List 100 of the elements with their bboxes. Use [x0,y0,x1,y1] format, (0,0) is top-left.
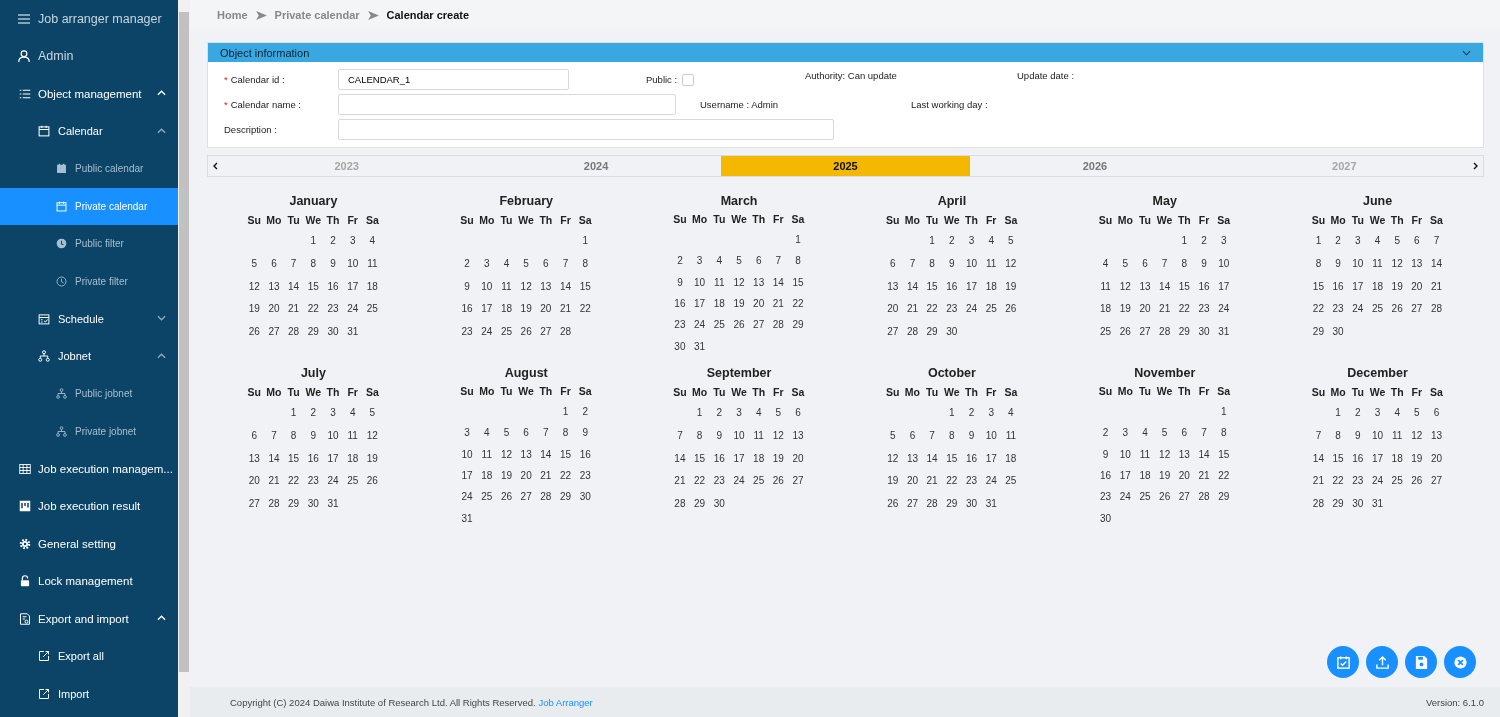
day-number[interactable]: 1 [689,407,710,421]
day-number[interactable]: 21 [670,475,690,490]
day-number[interactable]: 14 [536,448,556,463]
day-number[interactable]: 8 [1328,429,1348,444]
day-number[interactable]: 10 [1115,448,1136,463]
day-number[interactable]: 28 [1426,303,1447,318]
day-number[interactable]: 29 [1174,326,1195,341]
day-number[interactable]: 6 [1407,235,1427,249]
day-number[interactable]: 25 [342,475,363,490]
day-number[interactable]: 9 [575,427,596,442]
day-number[interactable]: 12 [1387,257,1407,272]
day-number[interactable]: 9 [941,257,962,272]
day-number[interactable]: 29 [1213,491,1234,506]
day-number[interactable]: 5 [516,257,536,272]
day-number[interactable]: 3 [961,235,982,249]
day-number[interactable]: 25 [362,303,383,318]
day-number[interactable]: 14 [922,452,942,467]
day-number[interactable]: 11 [342,429,363,444]
day-number[interactable]: 26 [496,491,517,506]
day-number[interactable]: 10 [1347,257,1368,272]
day-number[interactable]: 30 [961,498,982,513]
day-number[interactable]: 8 [303,257,324,272]
day-number[interactable]: 18 [496,303,517,318]
day-number[interactable]: 8 [788,255,808,270]
day-number[interactable]: 1 [1174,235,1195,249]
day-number[interactable]: 23 [961,475,982,490]
sidebar-item[interactable]: Schedule [0,300,178,338]
day-number[interactable]: 23 [709,475,730,490]
day-number[interactable]: 26 [1115,326,1136,341]
day-number[interactable]: 30 [670,340,690,355]
day-number[interactable]: 11 [1367,257,1388,272]
day-number[interactable]: 4 [342,407,363,421]
day-number[interactable]: 1 [922,235,942,249]
day-number[interactable]: 1 [555,405,576,420]
day-number[interactable]: 17 [1115,469,1136,484]
day-number[interactable]: 1 [941,407,962,421]
day-number[interactable]: 1 [303,235,324,249]
day-number[interactable]: 15 [1174,280,1195,295]
day-number[interactable]: 29 [1328,498,1348,513]
sidebar-item[interactable]: Export all [0,637,178,675]
day-number[interactable]: 29 [689,498,710,513]
day-number[interactable]: 22 [303,303,324,318]
day-number[interactable]: 4 [1001,407,1021,421]
day-number[interactable]: 10 [981,429,1002,444]
day-number[interactable]: 22 [1308,303,1329,318]
day-number[interactable]: 30 [323,326,343,341]
day-number[interactable]: 15 [788,276,808,291]
day-number[interactable]: 5 [244,257,265,272]
day-number[interactable]: 25 [1001,475,1021,490]
day-number[interactable]: 21 [1426,280,1447,295]
day-number[interactable]: 19 [1387,280,1407,295]
day-number[interactable]: 24 [323,475,343,490]
day-number[interactable]: 25 [1387,475,1407,490]
day-number[interactable]: 15 [283,452,304,467]
day-number[interactable]: 16 [303,452,324,467]
day-number[interactable]: 21 [536,469,556,484]
chevron-icon[interactable] [1462,49,1471,56]
day-number[interactable]: 3 [981,407,1002,421]
day-number[interactable]: 15 [303,280,324,295]
day-number[interactable]: 20 [264,303,284,318]
sidebar-item[interactable]: Jobnet [0,337,178,375]
day-number[interactable]: 12 [1001,257,1021,272]
day-number[interactable]: 14 [555,280,576,295]
day-number[interactable]: 8 [1174,257,1195,272]
day-number[interactable]: 17 [961,280,982,295]
day-number[interactable]: 26 [1001,303,1021,318]
input-field[interactable]: CALENDAR_1 [338,69,569,90]
day-number[interactable]: 30 [709,498,730,513]
day-number[interactable]: 13 [536,280,556,295]
day-number[interactable]: 5 [1154,427,1175,442]
day-number[interactable]: 28 [555,326,576,341]
day-number[interactable]: 3 [323,407,343,421]
chevron-icon[interactable] [157,315,166,321]
day-number[interactable]: 31 [1367,498,1388,513]
day-number[interactable]: 21 [922,475,942,490]
day-number[interactable]: 12 [729,276,749,291]
day-number[interactable]: 15 [1213,448,1234,463]
day-number[interactable]: 26 [1407,475,1427,490]
day-number[interactable]: 11 [1135,448,1155,463]
day-number[interactable]: 19 [516,303,536,318]
day-number[interactable]: 10 [323,429,343,444]
day-number[interactable]: 29 [283,498,304,513]
sidebar-item[interactable]: Calendar [0,112,178,150]
day-number[interactable]: 6 [902,429,923,444]
day-number[interactable]: 15 [689,452,710,467]
day-number[interactable]: 27 [1174,491,1195,506]
day-number[interactable]: 2 [1194,235,1214,249]
day-number[interactable]: 17 [342,280,363,295]
day-number[interactable]: 29 [303,326,324,341]
day-number[interactable]: 27 [748,319,769,334]
chevron-icon[interactable] [157,127,166,134]
day-number[interactable]: 22 [283,475,304,490]
day-number[interactable]: 7 [555,257,576,272]
day-number[interactable]: 25 [496,326,517,341]
day-number[interactable]: 24 [1115,491,1136,506]
day-number[interactable]: 15 [1308,280,1329,295]
day-number[interactable]: 16 [575,448,596,463]
day-number[interactable]: 12 [516,280,536,295]
day-number[interactable]: 18 [1387,452,1407,467]
day-number[interactable]: 13 [1407,257,1427,272]
